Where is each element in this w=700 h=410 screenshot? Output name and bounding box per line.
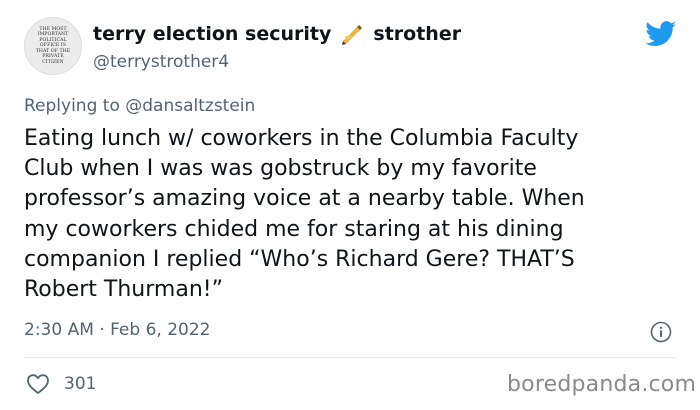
- divider: [24, 357, 676, 358]
- info-icon[interactable]: [650, 321, 672, 343]
- tweet-text-line: Club when I was was gobstruck by my favo…: [24, 156, 537, 182]
- reply-mention-link[interactable]: @dansaltzstein: [125, 96, 255, 116]
- tweet-text-line: Eating lunch w/ coworkers in the Columbi…: [24, 126, 579, 151]
- tweet-card: THE MOST IMPORTANT POLITICAL OFFICE IS T…: [0, 0, 700, 410]
- author-display-name[interactable]: terry election security strother: [93, 23, 461, 45]
- replying-to: Replying to @dansaltzstein: [24, 96, 255, 116]
- tweet-timestamp[interactable]: 2:30 AM · Feb 6, 2022: [24, 320, 210, 340]
- display-name-last: strother: [373, 23, 462, 45]
- like-count: 301: [64, 374, 97, 394]
- twitter-bird-icon[interactable]: [645, 21, 677, 47]
- heart-icon[interactable]: [26, 373, 50, 395]
- tweet-text-line: Robert Thurman!”: [24, 277, 223, 303]
- tweet-text: Eating lunch w/ coworkers in the Columbi…: [24, 124, 684, 305]
- display-name-first: terry election security: [93, 23, 332, 45]
- author-handle[interactable]: @terrystrother4: [93, 52, 229, 72]
- avatar-text-line: CITIZEN: [42, 59, 64, 65]
- reply-prefix: Replying to: [24, 96, 120, 116]
- tweet-text-line: companion I replied “Who’s Richard Gere?…: [24, 246, 575, 272]
- writing-hand-icon: [342, 25, 363, 45]
- avatar[interactable]: THE MOST IMPORTANT POLITICAL OFFICE IS T…: [24, 17, 82, 75]
- tweet-text-line: professor’s amazing voice at a nearby ta…: [24, 186, 585, 212]
- tweet-text-line: my coworkers chided me for staring at hi…: [24, 216, 564, 242]
- watermark: boredpanda.com: [507, 372, 697, 397]
